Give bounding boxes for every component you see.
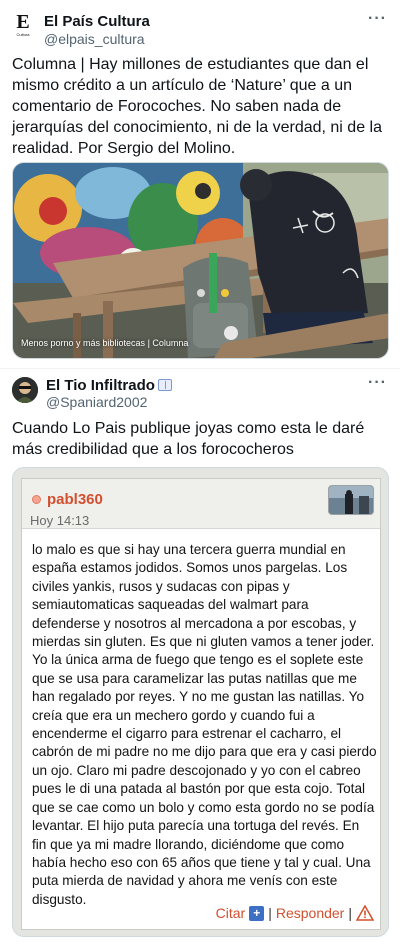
action-separator: |: [268, 905, 272, 921]
reply-link: Responder: [275, 905, 345, 921]
elpais-logo-avatar[interactable]: E Cultura: [12, 12, 34, 42]
tweet-elpais-cultura[interactable]: E Cultura El País Cultura @elpais_cultur…: [0, 0, 400, 370]
user-status-icon: [32, 495, 41, 504]
tweet-divider: [0, 368, 400, 369]
tweet2-avatar[interactable]: [12, 377, 38, 403]
tweet2-author-name-text: El Tio Infiltrado: [46, 377, 155, 394]
tweet1-media-caption: Menos porno y más bibliotecas | Columna: [21, 338, 189, 348]
elpais-logo-subtitle: Cultura: [16, 32, 30, 37]
forum-avatar-photo-icon: [329, 486, 373, 514]
tweet2-more-icon[interactable]: ···: [368, 374, 387, 392]
elpais-logo-letter: E: [16, 11, 30, 33]
tweet1-more-icon[interactable]: ···: [368, 10, 387, 28]
forum-post: pabl360 Hoy 14:13 lo malo es que si hay …: [21, 478, 381, 930]
tweet1-author-name[interactable]: El País Cultura: [44, 13, 150, 30]
tweet2-author-name[interactable]: El Tio Infiltrado: [46, 377, 172, 394]
cite-link: Citar: [215, 905, 246, 921]
tweet1-media-image[interactable]: Menos porno y más bibliotecas | Columna: [12, 162, 389, 359]
action-separator: |: [348, 905, 352, 921]
tweet2-text: Cuando Lo Pais publique joyas como esta …: [12, 420, 365, 458]
open-book-icon: [157, 379, 172, 391]
report-warning-icon: [355, 904, 375, 921]
tweet2-media-image[interactable]: pabl360 Hoy 14:13 lo malo es que si hay …: [12, 467, 389, 937]
column-photo: [13, 163, 388, 358]
tweet2-author-handle[interactable]: @Spaniard2002: [46, 394, 147, 410]
forum-post-header: pabl360 Hoy 14:13: [22, 479, 380, 529]
infiltrado-avatar-icon: [12, 377, 38, 403]
forum-post-actions: Citar + | Responder |: [215, 903, 375, 923]
tweet1-author-handle[interactable]: @elpais_cultura: [44, 31, 145, 47]
forum-username: pabl360: [47, 491, 103, 508]
cite-plus-icon: +: [249, 905, 265, 921]
forum-post-time: Hoy 14:13: [30, 513, 90, 528]
forum-post-body: lo malo es que si hay una tercera guerra…: [32, 542, 377, 907]
tweet1-text: Columna | Hay millones de estudiantes qu…: [12, 56, 382, 157]
forum-user-avatar: [328, 485, 374, 515]
